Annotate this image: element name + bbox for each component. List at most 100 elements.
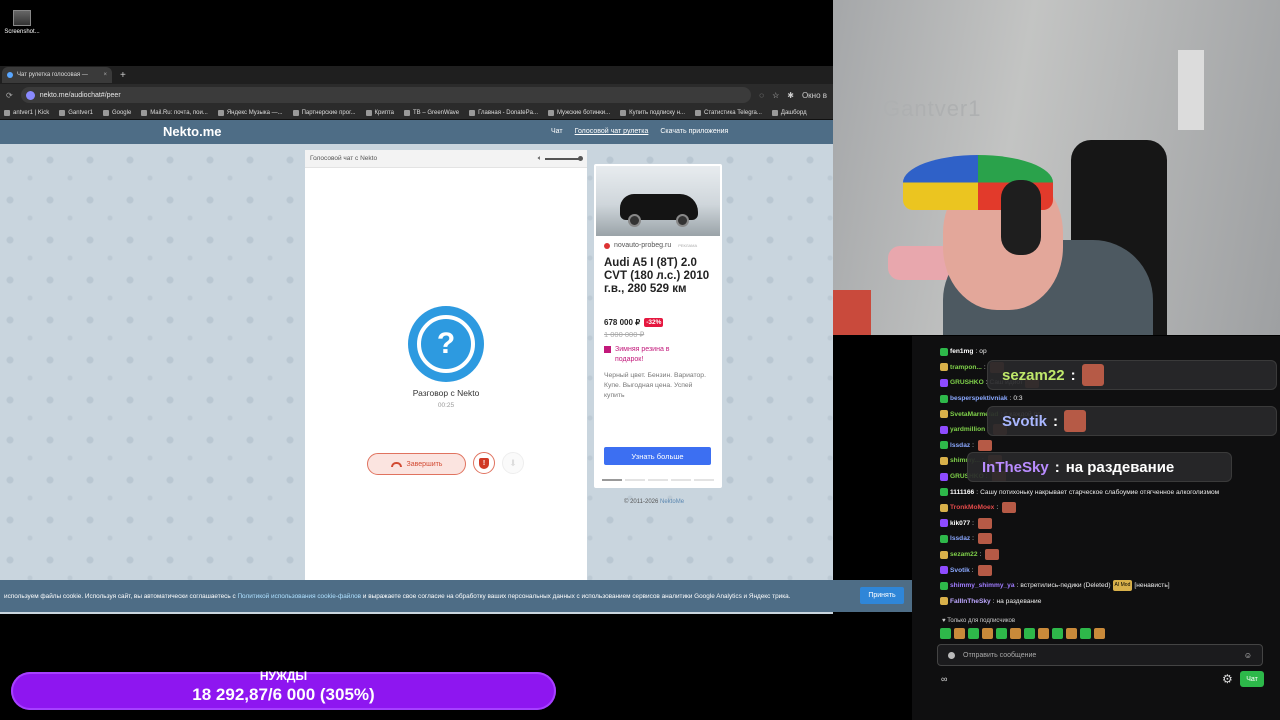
chat-username[interactable]: Svotik — [950, 565, 970, 576]
eye-off-icon[interactable]: ◌ — [759, 91, 764, 100]
copyright-link[interactable]: NektoMe — [660, 499, 684, 505]
emote-icon[interactable] — [1010, 628, 1021, 639]
user-badge-icon[interactable] — [940, 441, 948, 450]
bookmark-item[interactable]: Статистика Telegra... — [695, 109, 762, 116]
nav-download[interactable]: Скачать приложения — [660, 128, 728, 135]
emote-icon[interactable] — [996, 628, 1007, 639]
emote-icon[interactable] — [954, 628, 965, 639]
chat-username[interactable]: besperspektivniak — [950, 393, 1008, 404]
chat-username[interactable]: fen1mg — [950, 346, 973, 357]
user-badge-icon[interactable] — [940, 363, 948, 372]
bookmark-item[interactable]: TB – GreenWave — [403, 109, 459, 116]
chat-username[interactable]: lssdaz — [950, 533, 970, 544]
nav-chat[interactable]: Чат — [551, 128, 563, 135]
report-button[interactable]: ! — [473, 452, 495, 474]
user-badge-icon[interactable] — [940, 425, 948, 434]
chat-username[interactable]: TronkMoMoex — [950, 502, 994, 513]
chat-username[interactable]: lssdaz — [950, 440, 970, 451]
question-icon: ? — [417, 315, 475, 373]
chat-username[interactable]: sezam22 — [950, 549, 978, 560]
ad-dot[interactable] — [694, 479, 714, 481]
user-badge-icon[interactable] — [940, 456, 948, 465]
bookmark-item[interactable]: Купить подписку н... — [620, 109, 685, 116]
url-field[interactable]: nekto.me/audiochat#/peer — [20, 87, 752, 103]
emote-icon[interactable] — [1066, 628, 1077, 639]
mute-button[interactable]: ⬇ — [502, 452, 524, 474]
emote-icon[interactable] — [1024, 628, 1035, 639]
popup-username: sezam22 — [1002, 366, 1065, 384]
user-badge-icon[interactable] — [940, 534, 948, 543]
user-badge-icon[interactable] — [940, 566, 948, 575]
chat-username[interactable]: kik077 — [950, 518, 970, 529]
volume-control[interactable]: 🔈︎ — [538, 155, 583, 163]
emoji-icon[interactable]: ☺ — [1244, 651, 1252, 660]
reload-icon[interactable]: ⟳ — [6, 91, 13, 100]
cookie-text: используем файлы cookie. Используя сайт,… — [4, 592, 844, 601]
ad-source-domain: novauto-probeg.ru — [614, 242, 672, 249]
ad-car-image[interactable] — [596, 166, 720, 236]
user-badge-icon[interactable] — [940, 503, 948, 512]
user-badge-icon[interactable] — [940, 347, 948, 356]
chat-send-button[interactable]: Чат — [1240, 671, 1264, 687]
emote-icon[interactable] — [968, 628, 979, 639]
emote-icon[interactable] — [1080, 628, 1091, 639]
cookie-accept-button[interactable]: Принять — [860, 587, 904, 604]
user-badge-icon[interactable] — [940, 378, 948, 387]
gift-icon — [604, 346, 611, 353]
nav-voice-chat[interactable]: Голосовой чат рулетка — [575, 128, 649, 135]
new-tab-icon[interactable]: + — [120, 70, 126, 81]
desktop-screenshot-icon[interactable]: Screenshot... — [4, 10, 40, 35]
user-badge-icon[interactable] — [940, 597, 948, 606]
gear-icon[interactable]: ⚙ — [1222, 672, 1233, 686]
end-call-button[interactable]: Завершить — [367, 453, 466, 475]
emote-icon[interactable] — [1038, 628, 1049, 639]
bookmark-item[interactable]: Главная - DonatePa... — [469, 109, 538, 116]
user-badge-icon[interactable] — [940, 410, 948, 419]
user-badge-icon[interactable] — [940, 550, 948, 559]
site-info-icon[interactable] — [25, 90, 35, 100]
bookmark-item[interactable]: antver1 | Kick — [4, 109, 49, 116]
volume-slider[interactable] — [545, 156, 583, 161]
emote-icon[interactable] — [1094, 628, 1105, 639]
extensions-icon[interactable]: ✱ — [787, 91, 794, 100]
emote-icon[interactable] — [940, 628, 951, 639]
bookmark-item[interactable]: Партнерские прог... — [292, 109, 356, 116]
close-tab-icon[interactable]: × — [103, 72, 107, 78]
bookmark-item[interactable]: Mail.Ru: почта, пои... — [141, 109, 208, 116]
bookmark-favicon-icon — [695, 109, 702, 116]
user-badge-icon[interactable] — [940, 581, 948, 590]
emote-icon[interactable] — [1052, 628, 1063, 639]
cookie-policy-link[interactable]: Политикой использования cookie-файлов — [237, 593, 361, 600]
browser-tab[interactable]: Чат рулетка голосовая — × — [2, 67, 112, 83]
bookmark-item[interactable]: Крипта — [365, 109, 394, 116]
user-badge-icon[interactable] — [940, 519, 948, 528]
chat-message-input[interactable]: Отправить сообщение ☺ — [937, 644, 1263, 666]
chat-username[interactable]: GRUSHKO — [950, 377, 984, 388]
user-badge-icon[interactable] — [940, 394, 948, 403]
ad-card[interactable]: novauto-probeg.ru РЕКЛАМА Audi A5 I (8T)… — [594, 164, 722, 488]
user-badge-icon[interactable] — [940, 472, 948, 481]
emote-icon[interactable] — [982, 628, 993, 639]
bookmark-item[interactable]: Gantver1 — [59, 109, 93, 116]
channel-points-icon[interactable] — [948, 651, 955, 659]
chat-username[interactable]: 1111166 — [950, 487, 974, 498]
ad-dot[interactable] — [671, 479, 691, 481]
site-logo[interactable]: Nekto.me — [163, 124, 222, 139]
ad-learn-more-button[interactable]: Узнать больше — [604, 447, 711, 465]
chat-username[interactable]: FallInTheSky — [950, 596, 991, 607]
ad-dot[interactable] — [625, 479, 645, 481]
ad-title[interactable]: Audi A5 I (8T) 2.0 CVT (180 л.с.) 2010 г… — [604, 257, 716, 296]
user-badge-icon[interactable] — [940, 488, 948, 497]
bookmark-item[interactable]: Мужские ботинки... — [547, 109, 610, 116]
chat-username[interactable]: trampon... — [950, 362, 982, 373]
chat-bottom-left[interactable]: ∞ — [941, 674, 947, 684]
window-label[interactable]: Окно в — [802, 91, 827, 100]
bookmark-item[interactable]: Дашборд — [771, 109, 807, 116]
ad-dot[interactable] — [648, 479, 668, 481]
ad-dot[interactable] — [602, 479, 622, 481]
bookmark-item[interactable]: Google — [102, 109, 131, 116]
bookmark-item[interactable]: Яндекс Музыка —... — [217, 109, 283, 116]
star-icon[interactable]: ☆ — [772, 91, 779, 100]
chat-username[interactable]: yardmillion — [950, 424, 985, 435]
chat-username[interactable]: shimmy_shimmy_ya — [950, 580, 1015, 591]
